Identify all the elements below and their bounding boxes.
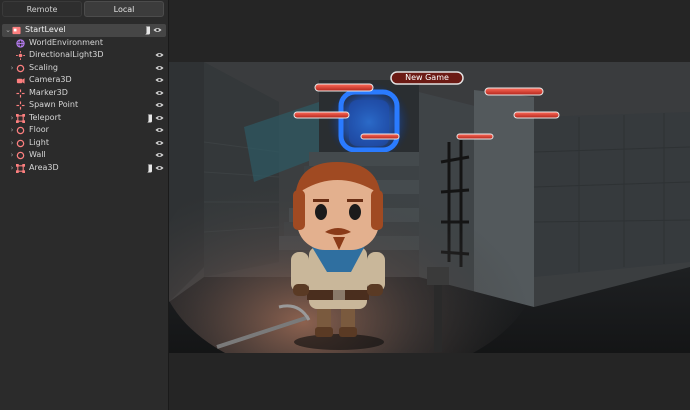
chevron-right-icon[interactable]: › <box>8 162 16 175</box>
tab-local[interactable]: Local <box>84 1 164 17</box>
chevron-right-icon[interactable]: › <box>8 62 16 75</box>
chevron-right-icon[interactable]: › <box>8 112 16 125</box>
tree-node-scaling[interactable]: › Scaling <box>0 62 168 75</box>
node-3d-icon <box>16 151 25 160</box>
tree-node-startlevel[interactable]: ⌄ StartLevel <box>2 24 166 37</box>
script-icon[interactable] <box>146 164 153 173</box>
chevron-right-icon[interactable]: › <box>8 137 16 150</box>
node-3d-icon <box>16 126 25 135</box>
tree-node-label: Scaling <box>29 62 58 72</box>
visibility-eye-icon[interactable] <box>153 27 162 33</box>
visibility-eye-icon[interactable] <box>155 127 164 133</box>
visibility-eye-icon[interactable] <box>155 165 164 171</box>
camera-icon <box>16 78 25 84</box>
tree-node-light[interactable]: › Light <box>0 137 168 150</box>
node-3d-icon <box>16 64 25 72</box>
tree-node-area3d[interactable]: › Area3D <box>0 162 168 175</box>
new-game-button[interactable]: New Game <box>391 72 463 84</box>
tree-node-label: StartLevel <box>25 25 66 34</box>
node-3d-icon <box>16 139 25 147</box>
scene-tree: ⌄ StartLevel WorldEnvironment DirectionalLi… <box>0 24 168 174</box>
world-environment-icon <box>16 38 25 48</box>
tree-node-teleport[interactable]: › Teleport <box>0 112 168 125</box>
scene-tabs: Remote Local <box>2 1 164 17</box>
tree-node-label: Spawn Point <box>29 100 79 109</box>
tree-node-worldenvironment[interactable]: WorldEnvironment <box>0 37 168 50</box>
visibility-eye-icon[interactable] <box>155 140 164 146</box>
scene-tree-dock: Remote Local ⌄ StartLevel WorldEnvironment… <box>0 0 169 410</box>
area-icon <box>16 163 25 173</box>
marker-icon <box>16 88 25 98</box>
tree-node-label: DirectionalLight3D <box>29 50 104 59</box>
visibility-eye-icon[interactable] <box>155 52 164 58</box>
visibility-eye-icon[interactable] <box>155 90 164 96</box>
tree-node-label: Light <box>29 137 49 147</box>
visibility-eye-icon[interactable] <box>155 102 164 108</box>
tree-node-label: Marker3D <box>29 87 68 97</box>
game-view[interactable]: New Game <box>169 62 690 353</box>
tree-node-floor[interactable]: › Floor <box>0 124 168 137</box>
tree-node-spawn-point[interactable]: Spawn Point <box>0 99 168 112</box>
visibility-eye-icon[interactable] <box>155 77 164 83</box>
visibility-eye-icon[interactable] <box>155 152 164 158</box>
node-3d-scene-icon <box>12 26 21 35</box>
tree-node-label: Floor <box>29 125 49 134</box>
tree-node-label: WorldEnvironment <box>29 37 104 47</box>
tree-node-directionallight3d[interactable]: DirectionalLight3D <box>0 49 168 62</box>
tree-node-wall[interactable]: › Wall <box>0 149 168 162</box>
tree-node-label: Teleport <box>29 112 61 122</box>
game-scene <box>169 62 690 353</box>
chevron-right-icon[interactable]: › <box>8 149 16 162</box>
tree-node-label: Camera3D <box>29 75 72 84</box>
visibility-eye-icon[interactable] <box>155 115 164 121</box>
directional-light-icon <box>16 51 25 60</box>
tree-node-label: Wall <box>29 150 46 159</box>
visibility-eye-icon[interactable] <box>155 65 164 71</box>
script-icon[interactable] <box>144 26 151 35</box>
tree-node-marker3d[interactable]: Marker3D <box>0 87 168 100</box>
tree-node-camera3d[interactable]: Camera3D <box>0 74 168 87</box>
tree-node-label: Area3D <box>29 162 59 172</box>
script-icon[interactable] <box>146 114 153 123</box>
tab-remote[interactable]: Remote <box>2 1 82 17</box>
chevron-right-icon[interactable]: › <box>8 124 16 137</box>
area-icon <box>16 113 25 123</box>
chevron-down-icon[interactable]: ⌄ <box>4 24 12 37</box>
marker-icon <box>16 101 25 110</box>
